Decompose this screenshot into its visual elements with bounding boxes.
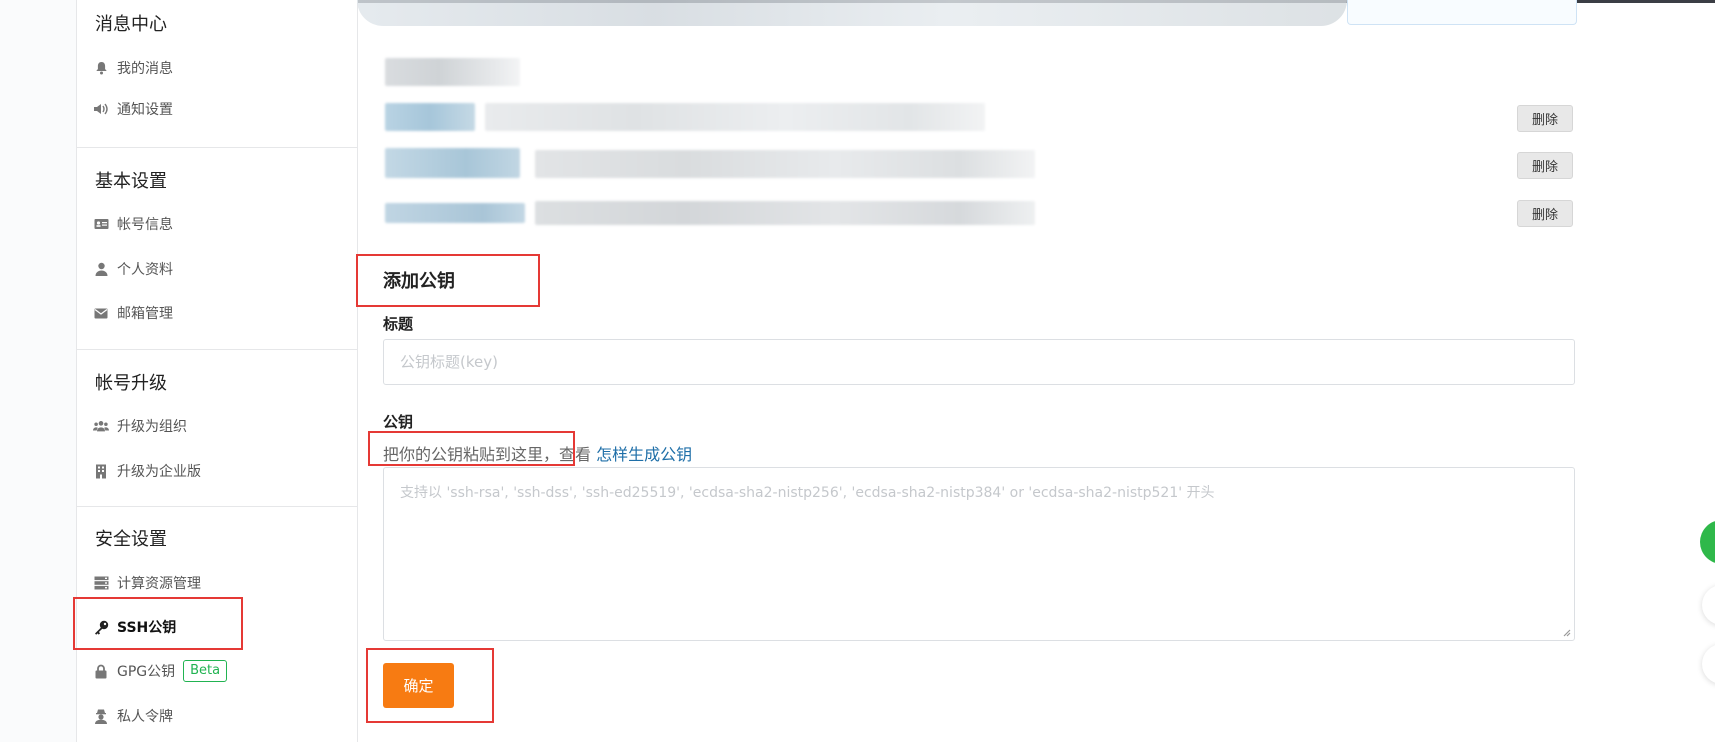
resize-grip-icon[interactable] xyxy=(1561,627,1571,637)
sidebar-item-personal-tokens[interactable]: 私人令牌 xyxy=(93,703,173,729)
users-icon xyxy=(93,418,109,434)
sidebar-item-label: 邮箱管理 xyxy=(117,306,173,322)
delete-key-button[interactable]: 删除 xyxy=(1517,200,1573,227)
sidebar-item-email[interactable]: 邮箱管理 xyxy=(93,300,173,326)
add-key-title: 添加公钥 xyxy=(383,271,455,292)
sidebar-item-label: 通知设置 xyxy=(117,102,173,118)
sidebar-item-label: 升级为企业版 xyxy=(117,464,201,480)
obscured-header xyxy=(357,0,1347,26)
sidebar-item-my-messages[interactable]: 我的消息 xyxy=(93,55,173,81)
sidebar-item-label: 计算资源管理 xyxy=(117,576,201,592)
page-left-margin xyxy=(0,0,76,742)
obscured-key-heading xyxy=(385,58,520,86)
sidebar-divider xyxy=(77,506,357,507)
key-icon xyxy=(93,619,109,635)
sidebar-item-profile[interactable]: 个人资料 xyxy=(93,256,173,282)
sidebar-item-account-info[interactable]: 帐号信息 xyxy=(93,211,173,237)
bell-icon xyxy=(93,60,109,76)
user-icon xyxy=(93,261,109,277)
sidebar-divider xyxy=(77,147,357,148)
group-title-upgrade: 帐号升级 xyxy=(95,373,167,394)
sidebar-item-label: 私人令牌 xyxy=(117,709,173,725)
sidebar-item-notification-settings[interactable]: 通知设置 xyxy=(93,96,173,122)
sidebar-item-label: 个人资料 xyxy=(117,262,173,278)
obscured-key-fingerprint xyxy=(485,103,985,131)
agent-icon xyxy=(93,708,109,724)
obscured-key-name xyxy=(385,148,520,178)
sidebar-item-label: 我的消息 xyxy=(117,61,173,77)
hint-text: 把你的公钥粘贴到这里，查看 xyxy=(383,445,592,464)
group-title-basic: 基本设置 xyxy=(95,171,167,192)
main-content: 删除 删除 删除 添加公钥 标题 公钥 把你的公钥粘贴到这里，查看 怎样生成公钥… xyxy=(357,0,1715,742)
speaker-icon xyxy=(93,101,109,117)
settings-sidebar: 消息中心 我的消息 通知设置 基本设置 帐号信息 个人资料 邮箱管理 帐号升级 … xyxy=(76,0,358,742)
sidebar-item-upgrade-enterprise[interactable]: 升级为企业版 xyxy=(93,458,201,484)
group-title-security: 安全设置 xyxy=(95,529,167,550)
id-card-icon xyxy=(93,216,109,232)
paste-key-hint: 把你的公钥粘贴到这里，查看 怎样生成公钥 xyxy=(383,441,692,465)
lock-icon xyxy=(93,663,109,679)
sidebar-item-label: SSH公钥 xyxy=(117,620,177,636)
beta-badge: Beta xyxy=(183,660,228,682)
obscured-key-fingerprint xyxy=(535,150,1035,178)
key-title-input[interactable] xyxy=(383,339,1575,385)
delete-key-button[interactable]: 删除 xyxy=(1517,152,1573,179)
envelope-icon xyxy=(93,305,109,321)
sidebar-item-compute-resources[interactable]: 计算资源管理 xyxy=(93,570,201,596)
sidebar-divider xyxy=(77,349,357,350)
title-label: 标题 xyxy=(383,315,414,333)
sidebar-item-gpg-keys[interactable]: GPG公钥 Beta xyxy=(93,658,228,684)
key-label: 公钥 xyxy=(383,413,414,431)
obscured-key-name xyxy=(385,203,525,223)
building-icon xyxy=(93,463,109,479)
confirm-button[interactable]: 确定 xyxy=(383,663,454,708)
sidebar-item-label: 帐号信息 xyxy=(117,217,173,233)
sidebar-item-ssh-keys[interactable]: SSH公钥 xyxy=(93,614,176,640)
how-to-generate-key-link[interactable]: 怎样生成公钥 xyxy=(596,445,692,464)
obscured-key-name xyxy=(385,103,475,131)
sidebar-item-upgrade-org[interactable]: 升级为组织 xyxy=(93,413,187,439)
group-title-messages: 消息中心 xyxy=(95,14,167,35)
server-icon xyxy=(93,575,109,591)
public-key-textarea[interactable] xyxy=(383,467,1575,641)
obscured-key-fingerprint xyxy=(535,201,1035,225)
delete-key-button[interactable]: 删除 xyxy=(1517,105,1573,132)
sidebar-item-label: 升级为组织 xyxy=(117,419,187,435)
search-input-edge xyxy=(1347,0,1577,25)
sidebar-item-label: GPG公钥 xyxy=(117,664,176,680)
